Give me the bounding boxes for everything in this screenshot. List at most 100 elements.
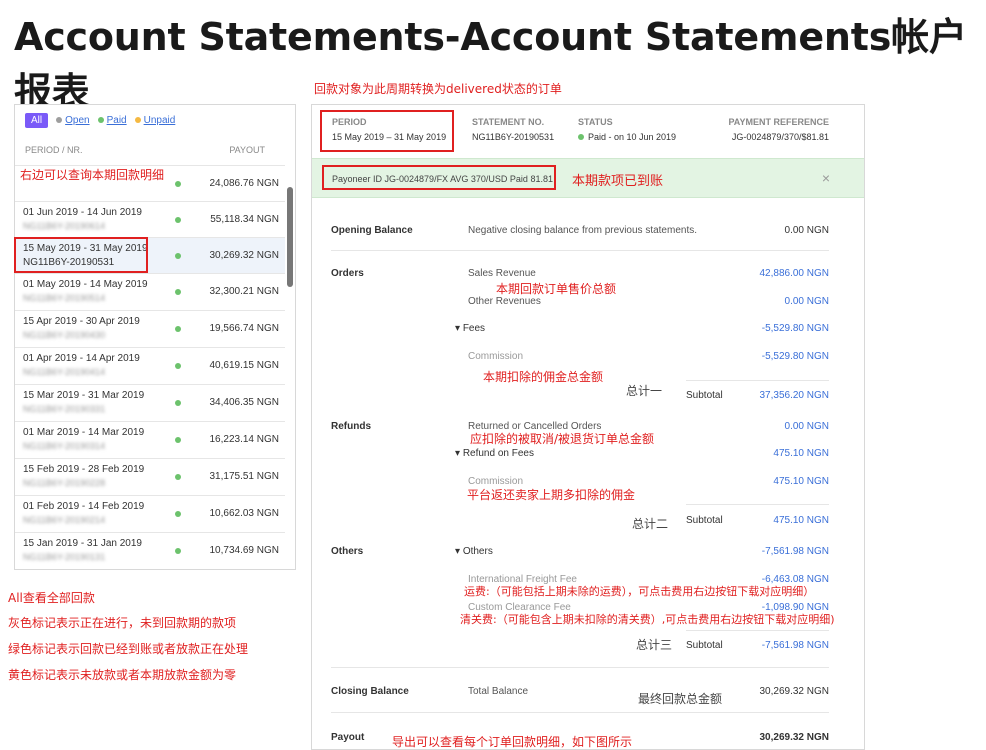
subtotal-divider (686, 630, 829, 631)
row-payout: 34,406.35 NGN (209, 397, 280, 408)
commission-amount[interactable]: -5,529.80 NGN (762, 351, 829, 362)
opening-balance-label: Opening Balance (331, 225, 413, 236)
annotation-commission: 本期扣除的佣金总金额 (483, 370, 604, 384)
row-statement-no: NG11B6Y-20190228 (23, 478, 106, 488)
statement-row[interactable]: 01 Mar 2019 - 14 Mar 2019 NG11B6Y-2019031… (15, 421, 285, 458)
filter-bar: All Open Paid Unpaid (25, 111, 175, 129)
sales-revenue-amount[interactable]: 42,886.00 NGN (760, 268, 830, 279)
filter-open-label: Open (65, 114, 90, 126)
row-statement-no: NG11B6Y-20190514 (23, 293, 106, 303)
paid-status-dot-icon (175, 511, 181, 517)
others-subtotal-amount: -7,561.98 NGN (761, 640, 829, 651)
statement-row[interactable]: 01 Feb 2019 - 14 Feb 2019 NG11B6Y-2019021… (15, 495, 285, 532)
statement-row[interactable]: 01 May 2019 - 14 May 2019 NG11B6Y-2019051… (15, 273, 285, 310)
statement-no-label: STATEMENT NO. (472, 117, 545, 127)
refunds-subtotal-amount: 475.10 NGN (773, 515, 829, 526)
other-revenues-amount[interactable]: 0.00 NGN (785, 296, 829, 307)
annotation-refund: 应扣除的被取消/被退货订单总金额 (470, 432, 655, 446)
row-payout: 19,566.74 NGN (209, 323, 280, 334)
highlight-banner (322, 165, 556, 190)
other-revenues-label: Other Revenues (468, 296, 541, 307)
row-statement-no: NG11B6Y-20190614 (23, 221, 106, 231)
row-statement-no: NG11B6Y-20190314 (23, 441, 106, 451)
filter-open-link[interactable]: Open (56, 114, 90, 126)
paid-status-dot-icon (175, 400, 181, 406)
row-payout: 40,619.15 NGN (209, 360, 280, 371)
paid-status-dot-icon (175, 181, 181, 187)
divider (331, 250, 829, 251)
row-payout: 10,734.69 NGN (209, 545, 280, 556)
annotation-freight: 运费:（可能包括上期未除的运费），可点击费用右边按钮下载对应明细） (464, 585, 815, 598)
annotation-final: 最终回款总金额 (638, 692, 723, 706)
row-statement-no: NG11B6Y-20190214 (23, 515, 106, 525)
refund-commission-amount[interactable]: 475.10 NGN (773, 476, 829, 487)
paid-status-dot-icon (175, 474, 181, 480)
annotation-top: 回款对象为此周期转换为delivered状态的订单 (314, 82, 562, 96)
refund-on-fees-amount[interactable]: 475.10 NGN (773, 448, 829, 459)
yellow-dot-icon (134, 117, 141, 123)
statement-row[interactable]: 15 Apr 2019 - 30 Apr 2019 NG11B6Y-2019043… (15, 310, 285, 347)
orders-label: Orders (331, 268, 364, 279)
annotation-customs: 清关费:（可能包含上期未扣除的清关费）,可点击费用右边按钮下载对应明细) (460, 613, 835, 626)
payout-label: Payout (331, 732, 365, 743)
row-period: 01 May 2019 - 14 May 2019 (23, 279, 148, 290)
others-toggle[interactable]: ▾ Others (455, 546, 493, 557)
paid-status-dot-icon (175, 289, 181, 295)
paid-dot-icon (578, 134, 584, 140)
annotation-sales: 本期回款订单售价总额 (496, 282, 617, 296)
others-amount[interactable]: -7,561.98 NGN (762, 546, 829, 557)
statement-row[interactable]: 01 Apr 2019 - 14 Apr 2019 NG11B6Y-2019041… (15, 347, 285, 384)
highlight-selected-row (14, 237, 148, 273)
paid-status-dot-icon (175, 363, 181, 369)
row-payout: 31,175.51 NGN (209, 471, 280, 482)
fees-toggle[interactable]: ▾ Fees (455, 323, 485, 334)
filter-all-button[interactable]: All (25, 112, 49, 128)
refund-on-fees-toggle[interactable]: ▾ Refund on Fees (455, 448, 534, 459)
row-payout: 10,662.03 NGN (209, 508, 280, 519)
opening-balance-amount: 0.00 NGN (784, 225, 829, 236)
annotation-total3: 总计三 (636, 638, 673, 652)
paid-status-dot-icon (175, 437, 181, 443)
row-period: 01 Feb 2019 - 14 Feb 2019 (23, 501, 145, 512)
opening-balance-desc: Negative closing balance from previous s… (468, 225, 698, 236)
paid-status-dot-icon (175, 548, 181, 554)
highlight-period (320, 110, 454, 152)
row-payout: 30,269.32 NGN (209, 250, 280, 261)
returned-orders-amount[interactable]: 0.00 NGN (785, 421, 829, 432)
row-statement-no: NG11B6Y-20190430 (23, 330, 106, 340)
gray-dot-icon (56, 117, 63, 123)
row-period: 15 Jan 2019 - 31 Jan 2019 (23, 538, 142, 549)
fees-label: Fees (462, 323, 486, 334)
others-label: Others (331, 546, 364, 557)
statement-row[interactable]: 15 Mar 2019 - 31 Mar 2019 NG11B6Y-2019033… (15, 384, 285, 421)
fees-amount[interactable]: -5,529.80 NGN (762, 323, 829, 334)
statement-row[interactable]: 15 Jan 2019 - 31 Jan 2019 NG11B6Y-2019013… (15, 532, 285, 569)
annotation-total1: 总计一 (626, 384, 663, 398)
row-payout: 24,086.76 NGN (209, 178, 280, 189)
row-statement-no: NG11B6Y-20190131 (23, 552, 106, 562)
legend-yellow: 黄色标记表示未放款或者本期放款金额为零 (8, 668, 237, 682)
payout-amount: 30,269.32 NGN (759, 732, 830, 743)
row-period: 15 Feb 2019 - 28 Feb 2019 (23, 464, 145, 475)
list-scrollbar[interactable] (287, 187, 293, 287)
filter-paid-link[interactable]: Paid (97, 114, 127, 126)
paid-status-dot-icon (175, 253, 181, 259)
row-payout: 55,118.34 NGN (210, 214, 279, 225)
column-header-period: PERIOD / NR. (25, 145, 83, 155)
filter-paid-label: Paid (106, 114, 127, 126)
divider (331, 712, 829, 713)
status-value: Paid - on 10 Jun 2019 (578, 132, 676, 142)
payment-reference-label: PAYMENT REFERENCE (728, 117, 829, 127)
subtotal-divider (686, 380, 829, 381)
refund-on-fees-label: Refund on Fees (462, 448, 534, 459)
close-icon[interactable]: × (822, 170, 830, 186)
payment-reference-value: JG-0024879/370/$81.81 (731, 132, 829, 142)
subtotal-divider (686, 504, 829, 505)
closing-balance-amount: 30,269.32 NGN (759, 686, 830, 697)
green-dot-icon (97, 117, 104, 123)
statement-row[interactable]: 15 Feb 2019 - 28 Feb 2019 NG11B6Y-2019022… (15, 458, 285, 495)
row-period: 01 Apr 2019 - 14 Apr 2019 (23, 353, 140, 364)
filter-unpaid-link[interactable]: Unpaid (134, 115, 175, 126)
row-period: 01 Mar 2019 - 14 Mar 2019 (23, 427, 145, 438)
statement-row[interactable]: 01 Jun 2019 - 14 Jun 2019 NG11B6Y-2019061… (15, 201, 285, 238)
